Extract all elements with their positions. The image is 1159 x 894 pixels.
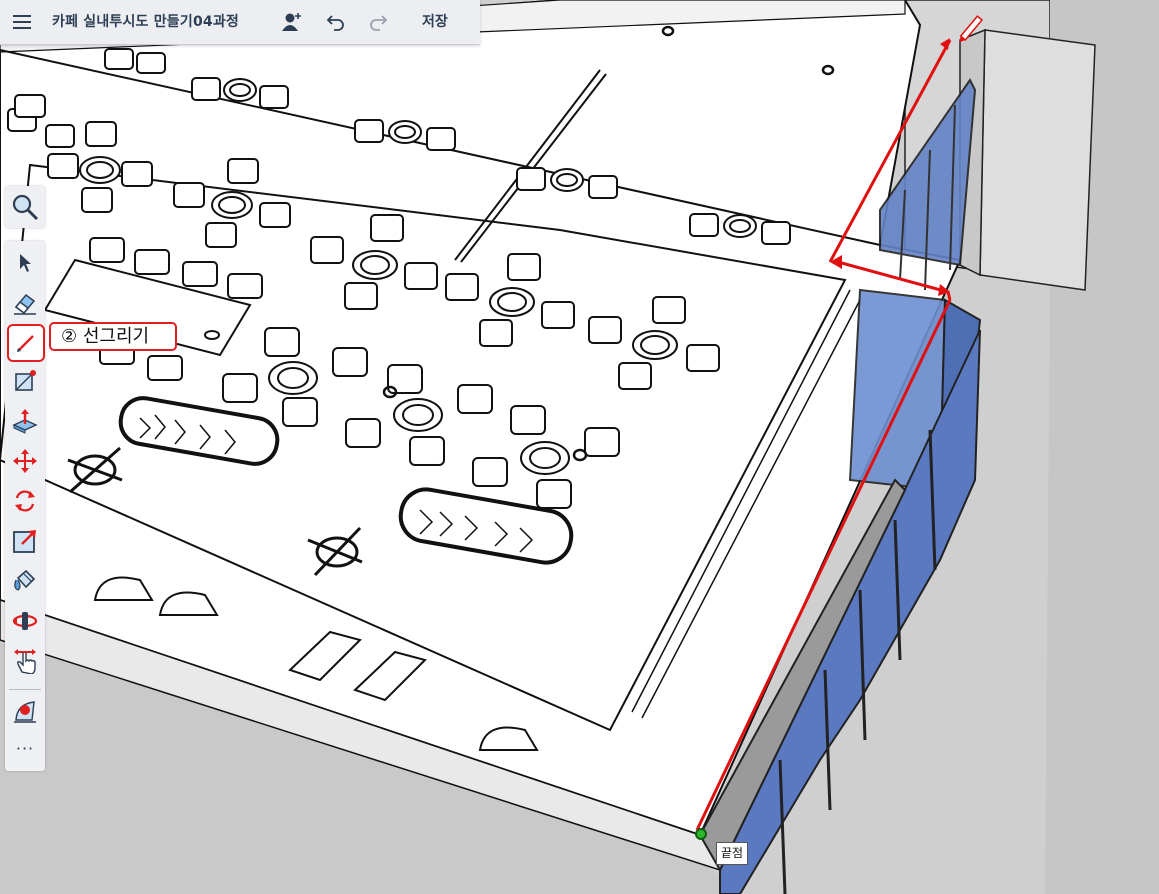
inference-tooltip: 끝점 xyxy=(716,842,749,865)
toolbar-divider xyxy=(9,689,41,690)
eraser-icon[interactable] xyxy=(9,287,41,319)
orbit-icon[interactable] xyxy=(9,605,41,637)
search-tool-button[interactable] xyxy=(5,186,45,228)
select-icon[interactable] xyxy=(9,247,41,279)
move-icon[interactable] xyxy=(9,445,41,477)
top-bar: 카페 실내투시도 만들기04과정 저장 xyxy=(0,0,480,45)
viewport-canvas[interactable] xyxy=(0,0,1159,894)
section-plane-icon[interactable] xyxy=(9,695,41,727)
rotate-icon[interactable] xyxy=(9,485,41,517)
add-user-icon[interactable] xyxy=(278,0,306,44)
tool-palette: ··· xyxy=(5,241,45,771)
scale-icon[interactable] xyxy=(9,525,41,557)
pencil-icon[interactable] xyxy=(7,324,45,362)
push-pull-icon[interactable] xyxy=(9,405,41,437)
more-tools-button[interactable]: ··· xyxy=(5,739,45,758)
menu-icon[interactable] xyxy=(8,0,36,44)
document-title: 카페 실내투시도 만들기04과정 xyxy=(52,14,239,30)
pan-icon[interactable] xyxy=(9,645,41,677)
paint-bucket-icon[interactable] xyxy=(9,565,41,597)
search-icon xyxy=(12,194,39,221)
save-button[interactable]: 저장 xyxy=(422,0,448,44)
step-callout: ② 선그리기 xyxy=(49,322,177,351)
undo-icon[interactable] xyxy=(322,0,350,44)
shape-icon[interactable] xyxy=(9,365,41,397)
redo-icon[interactable] xyxy=(364,0,392,44)
